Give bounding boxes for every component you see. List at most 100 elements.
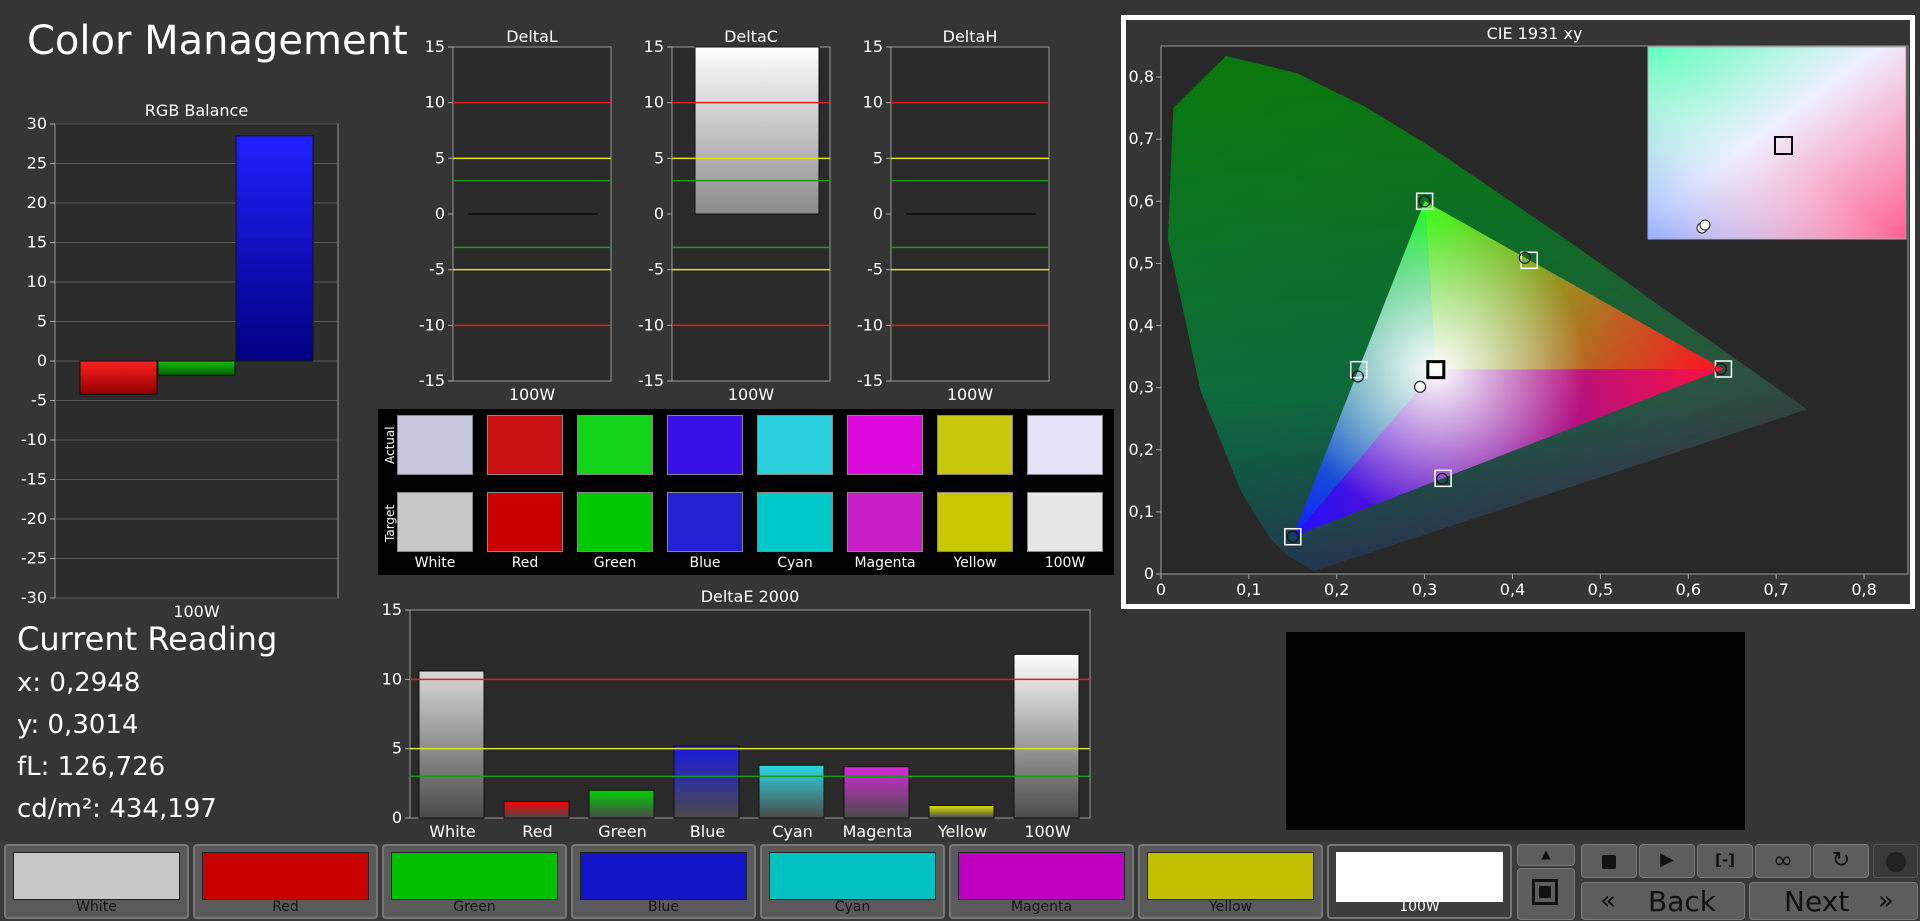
patch-button-100w[interactable]: 100W bbox=[1327, 844, 1512, 919]
delta-y-tick-label: 0 bbox=[435, 204, 445, 223]
target-swatch bbox=[757, 492, 833, 552]
actual-swatch bbox=[667, 415, 743, 475]
swatch-label: White bbox=[414, 555, 456, 571]
deltae-bar-cyan bbox=[758, 764, 825, 819]
cie-x-tick-label: 0,4 bbox=[1500, 580, 1525, 599]
delta-y-tick-label: 15 bbox=[425, 37, 445, 56]
deltae-x-label: Red bbox=[522, 822, 552, 841]
cie-y-tick-label: 0,5 bbox=[1129, 253, 1154, 272]
actual-swatch bbox=[847, 415, 923, 475]
rgb-y-tick-label: 0 bbox=[37, 351, 47, 370]
rgb-x-label: 100W bbox=[173, 602, 220, 618]
actual-swatch bbox=[487, 415, 563, 475]
cie-1931-chart: CIE 1931 xy 0 0,1 0,2 0,3 0,4 0,5 0,6 0,7 0,8 0 0,1… bbox=[1129, 24, 1909, 599]
delta-y-tick-label: -15 bbox=[857, 371, 883, 390]
refresh-button[interactable]: ↻ bbox=[1813, 844, 1869, 878]
rgb-y-tick-label: 20 bbox=[27, 193, 47, 212]
delta-x-label: 100W bbox=[509, 385, 556, 404]
delta-title: DeltaL bbox=[506, 27, 558, 46]
reading-fl: fL: 126,726 bbox=[17, 752, 166, 782]
next-button[interactable]: Next » bbox=[1749, 882, 1918, 920]
deltae-x-label: Green bbox=[598, 822, 646, 841]
record-button[interactable] bbox=[1517, 868, 1575, 920]
scroll-up-button[interactable]: ▲ bbox=[1517, 844, 1575, 866]
cie-x-tick-label: 0,8 bbox=[1851, 580, 1876, 599]
actual-row-label: Actual bbox=[383, 426, 397, 464]
cie-x-tick-label: 0,1 bbox=[1236, 580, 1261, 599]
rgb-y-tick-label: -5 bbox=[31, 391, 47, 410]
cie-title: CIE 1931 xy bbox=[1487, 24, 1583, 43]
bracket-button[interactable]: [-] bbox=[1697, 844, 1753, 878]
cie-inset-actual-2 bbox=[1699, 219, 1711, 231]
delta-y-tick-label: -5 bbox=[429, 260, 445, 279]
deltae-y-tick-label: 10 bbox=[382, 669, 402, 688]
patch-button-blue[interactable]: Blue bbox=[571, 844, 756, 919]
loop-button[interactable]: ∞ bbox=[1755, 844, 1811, 878]
delta-y-tick-label: 10 bbox=[644, 93, 664, 112]
deltae-bar-yellow bbox=[928, 805, 995, 819]
circle-icon bbox=[1886, 852, 1906, 872]
patch-button-green[interactable]: Green bbox=[382, 844, 567, 919]
patch-label: 100W bbox=[1399, 899, 1440, 915]
delta-y-tick-label: 0 bbox=[873, 204, 883, 223]
patch-button-magenta[interactable]: Magenta bbox=[949, 844, 1134, 919]
deltae-2000-chart: DeltaE 2000 0 5 10 15 White Red Green Blue Cyan Ma… bbox=[382, 587, 1091, 841]
delta-charts: DeltaL 15 10 5 0 -5 -10 -15 100W DeltaC 15 10 5 0 -5 -1… bbox=[419, 27, 1050, 404]
swatch-label: Yellow bbox=[953, 555, 997, 571]
extra-button[interactable] bbox=[1873, 844, 1918, 878]
refresh-icon: ↻ bbox=[1831, 848, 1851, 873]
target-swatch bbox=[1027, 492, 1103, 552]
actual-swatch bbox=[1027, 415, 1103, 475]
delta-y-tick-label: 5 bbox=[873, 148, 883, 167]
actual-swatch bbox=[757, 415, 833, 475]
stop-icon bbox=[1602, 855, 1616, 869]
cie-y-tick-label: 0 bbox=[1144, 564, 1154, 583]
rgb-bar-blue bbox=[235, 135, 314, 362]
patch-button-white[interactable]: White bbox=[4, 844, 189, 919]
scroll-up-icon: ▲ bbox=[1541, 847, 1551, 861]
stop-button[interactable] bbox=[1581, 844, 1637, 878]
deltae-y-tick-label: 0 bbox=[392, 808, 402, 827]
rgb-y-tick-label: 10 bbox=[27, 272, 47, 291]
swatch-label: Cyan bbox=[777, 555, 813, 571]
delta-y-tick-label: 10 bbox=[425, 93, 445, 112]
rgb-bar-green bbox=[157, 360, 236, 376]
patch-button-cyan[interactable]: Cyan bbox=[760, 844, 945, 919]
delta-y-tick-label: -10 bbox=[419, 315, 445, 334]
deltae-bar-blue bbox=[673, 745, 740, 819]
swatch-label: Red bbox=[511, 555, 539, 571]
delta-y-tick-label: 5 bbox=[435, 148, 445, 167]
cie-actual-100w bbox=[1413, 380, 1427, 393]
deltae-x-label: Blue bbox=[690, 822, 725, 841]
bracket-icon: [-] bbox=[1715, 851, 1735, 869]
record-icon bbox=[1532, 879, 1558, 905]
patch-color bbox=[580, 852, 747, 900]
patch-label: Yellow bbox=[1208, 899, 1253, 915]
loop-icon: ∞ bbox=[1773, 846, 1793, 874]
cie-x-tick-label: 0,3 bbox=[1412, 580, 1437, 599]
rgb-y-tick-label: 15 bbox=[27, 233, 47, 252]
swatch-label: Green bbox=[593, 555, 637, 571]
delta-y-tick-label: -5 bbox=[867, 260, 883, 279]
deltae-y-tick-label: 5 bbox=[392, 739, 402, 758]
patch-button-yellow[interactable]: Yellow bbox=[1138, 844, 1323, 919]
preview-box bbox=[1286, 632, 1745, 830]
delta-y-tick-label: 0 bbox=[654, 204, 664, 223]
current-reading-title: Current Reading bbox=[17, 620, 278, 658]
patch-button-red[interactable]: Red bbox=[193, 844, 378, 919]
cie-y-tick-label: 0,4 bbox=[1129, 316, 1154, 335]
swatch-label: Magenta bbox=[854, 555, 916, 571]
play-button[interactable]: ▶ bbox=[1639, 844, 1695, 878]
patch-color bbox=[1147, 852, 1314, 900]
back-button[interactable]: « Back bbox=[1581, 882, 1745, 920]
deltae-title: DeltaE 2000 bbox=[701, 587, 800, 606]
rgb-y-tick-label: 30 bbox=[27, 114, 47, 133]
cie-x-tick-label: 0,7 bbox=[1763, 580, 1788, 599]
rgb-y-tick-label: -25 bbox=[21, 549, 47, 568]
swatch-label: 100W bbox=[1044, 555, 1086, 571]
delta-bar bbox=[694, 46, 820, 215]
target-swatch bbox=[487, 492, 563, 552]
cie-y-tick-label: 0,7 bbox=[1129, 129, 1154, 148]
delta-y-tick-label: -15 bbox=[638, 371, 664, 390]
swatch-comparison-panel: Actual Target White Red Green Blue Cyan Magenta… bbox=[378, 409, 1114, 575]
